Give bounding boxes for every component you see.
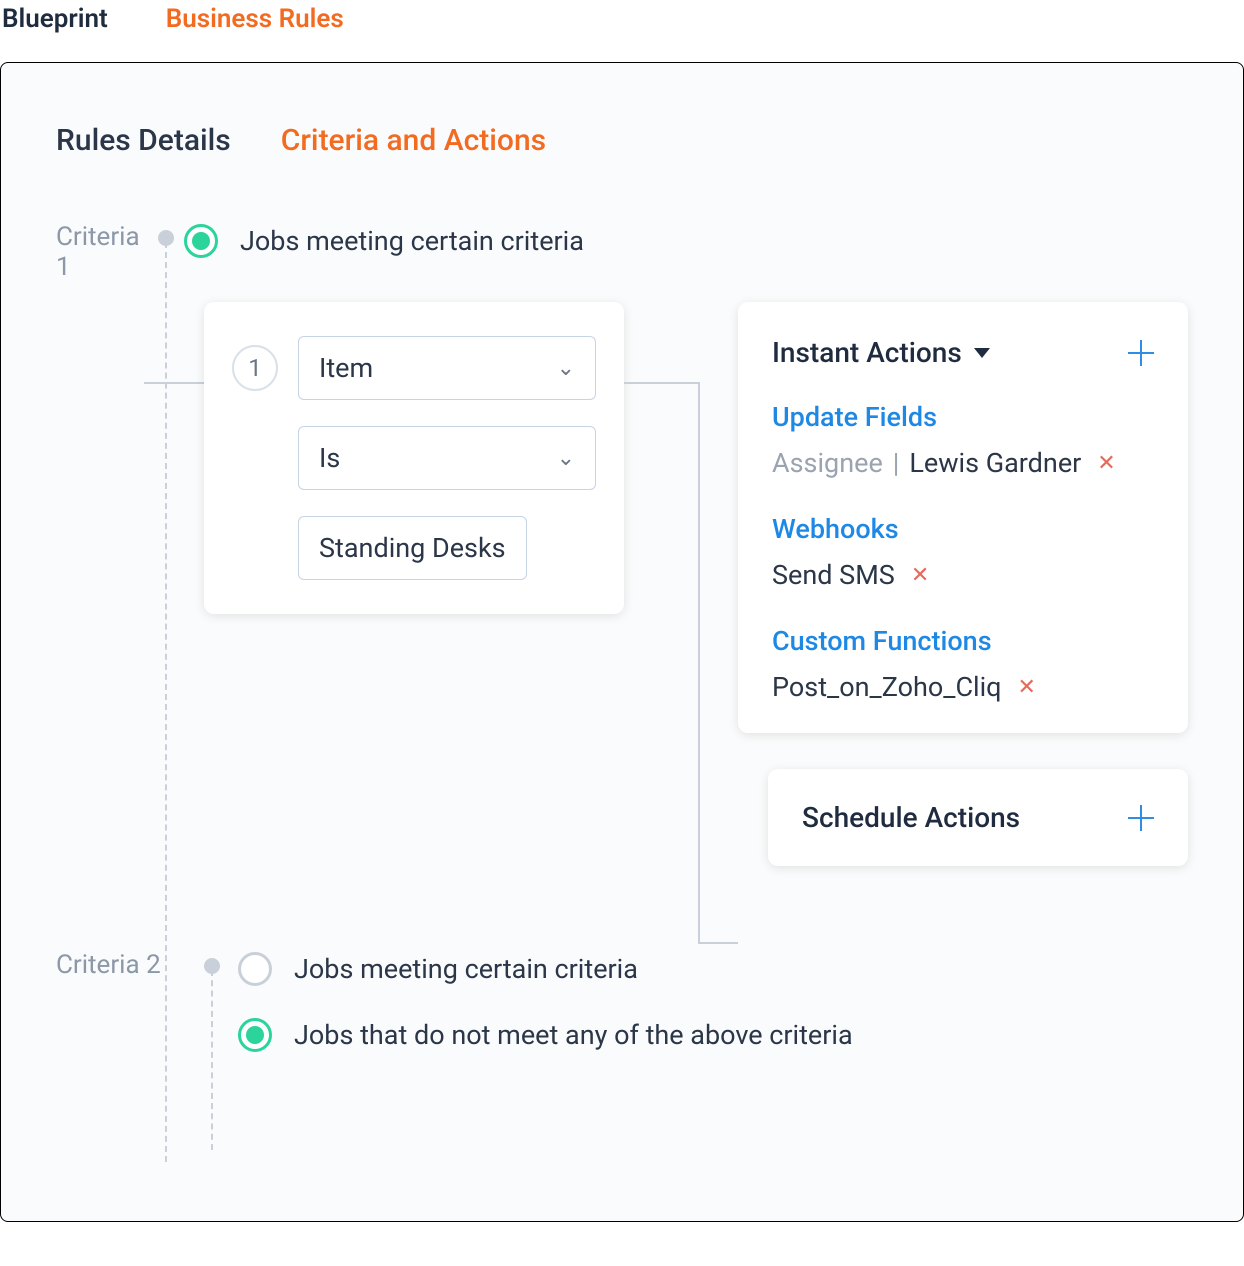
tab-business-rules[interactable]: Business Rules [166, 4, 344, 34]
update-fields-row: Assignee | Lewis Gardner ✕ [772, 447, 1154, 479]
criteria-1-option-1[interactable]: Jobs meeting certain criteria [184, 220, 1188, 262]
webhooks-row: Send SMS ✕ [772, 559, 1154, 591]
timeline-dot-2 [204, 958, 220, 974]
custom-functions-row: Post_on_Zoho_Cliq ✕ [772, 671, 1154, 703]
update-fields-value: Lewis Gardner [909, 447, 1081, 479]
add-instant-action-button[interactable] [1128, 340, 1154, 366]
radio-selected[interactable] [184, 224, 218, 258]
timeline [147, 218, 184, 246]
timeline-line [165, 242, 167, 1162]
webhooks-value: Send SMS [772, 559, 895, 591]
chevron-down-icon: ⌄ [557, 356, 575, 381]
radio-unselected[interactable] [238, 952, 272, 986]
custom-functions-title: Custom Functions [772, 625, 1154, 657]
instant-actions-title: Instant Actions [772, 336, 962, 369]
condition-field-select[interactable]: Item ⌄ [298, 336, 596, 400]
custom-functions-value: Post_on_Zoho_Cliq [772, 671, 1002, 703]
schedule-actions-card[interactable]: Schedule Actions [768, 769, 1188, 866]
condition-card: 1 Item ⌄ Is ⌄ [204, 302, 624, 614]
condition-operator-select[interactable]: Is ⌄ [298, 426, 596, 490]
instant-actions-card: Instant Actions Update Fields Assignee |… [738, 302, 1188, 733]
criteria-2-option-1[interactable]: Jobs meeting certain criteria [238, 948, 1188, 990]
timeline-dot [158, 230, 174, 246]
condition-field-value: Item [319, 352, 373, 384]
add-schedule-action-button[interactable] [1128, 805, 1154, 831]
remove-custom-function-button[interactable]: ✕ [1018, 675, 1036, 700]
tab-blueprint[interactable]: Blueprint [2, 4, 108, 34]
chevron-down-icon: ⌄ [557, 446, 575, 471]
tab-criteria-and-actions[interactable]: Criteria and Actions [281, 123, 546, 158]
update-fields-label: Assignee [772, 447, 883, 479]
criteria-2-option-2[interactable]: Jobs that do not meet any of the above c… [238, 1014, 1188, 1056]
timeline-line-2 [211, 970, 213, 1150]
criteria-1-label: Criteria 1 [56, 218, 147, 282]
sub-tabs: Rules Details Criteria and Actions [56, 123, 1188, 158]
criteria-1-row: Criteria 1 Jobs meeting certain criteria… [56, 218, 1188, 906]
remove-webhook-button[interactable]: ✕ [911, 563, 929, 588]
criteria-2-option-2-label: Jobs that do not meet any of the above c… [294, 1019, 853, 1051]
caret-down-icon [974, 348, 990, 358]
instant-actions-toggle[interactable]: Instant Actions [772, 336, 990, 369]
criteria-1-flow: 1 Item ⌄ Is ⌄ [144, 302, 1188, 906]
radio-selected-2[interactable] [238, 1018, 272, 1052]
webhooks-title: Webhooks [772, 513, 1154, 545]
update-fields-title: Update Fields [772, 401, 1154, 433]
condition-value-text: Standing Desks [319, 532, 506, 564]
condition-number: 1 [232, 345, 278, 391]
timeline-2 [186, 946, 238, 974]
criteria-2-option-1-label: Jobs meeting certain criteria [294, 953, 638, 985]
schedule-actions-title: Schedule Actions [802, 801, 1020, 834]
separator: | [893, 447, 900, 479]
remove-update-field-button[interactable]: ✕ [1097, 451, 1115, 476]
condition-operator-value: Is [319, 442, 340, 474]
actions-column: Instant Actions Update Fields Assignee |… [738, 302, 1188, 866]
connector-left [144, 382, 204, 384]
condition-value-input[interactable]: Standing Desks [298, 516, 527, 580]
criteria-1-option-1-label: Jobs meeting certain criteria [240, 225, 584, 257]
rules-panel: Rules Details Criteria and Actions Crite… [0, 62, 1244, 1222]
tab-rules-details[interactable]: Rules Details [56, 123, 231, 158]
top-tabs: Blueprint Business Rules [0, 0, 1244, 46]
criteria-2-row: Criteria 2 Jobs meeting certain criteria… [56, 946, 1188, 1074]
